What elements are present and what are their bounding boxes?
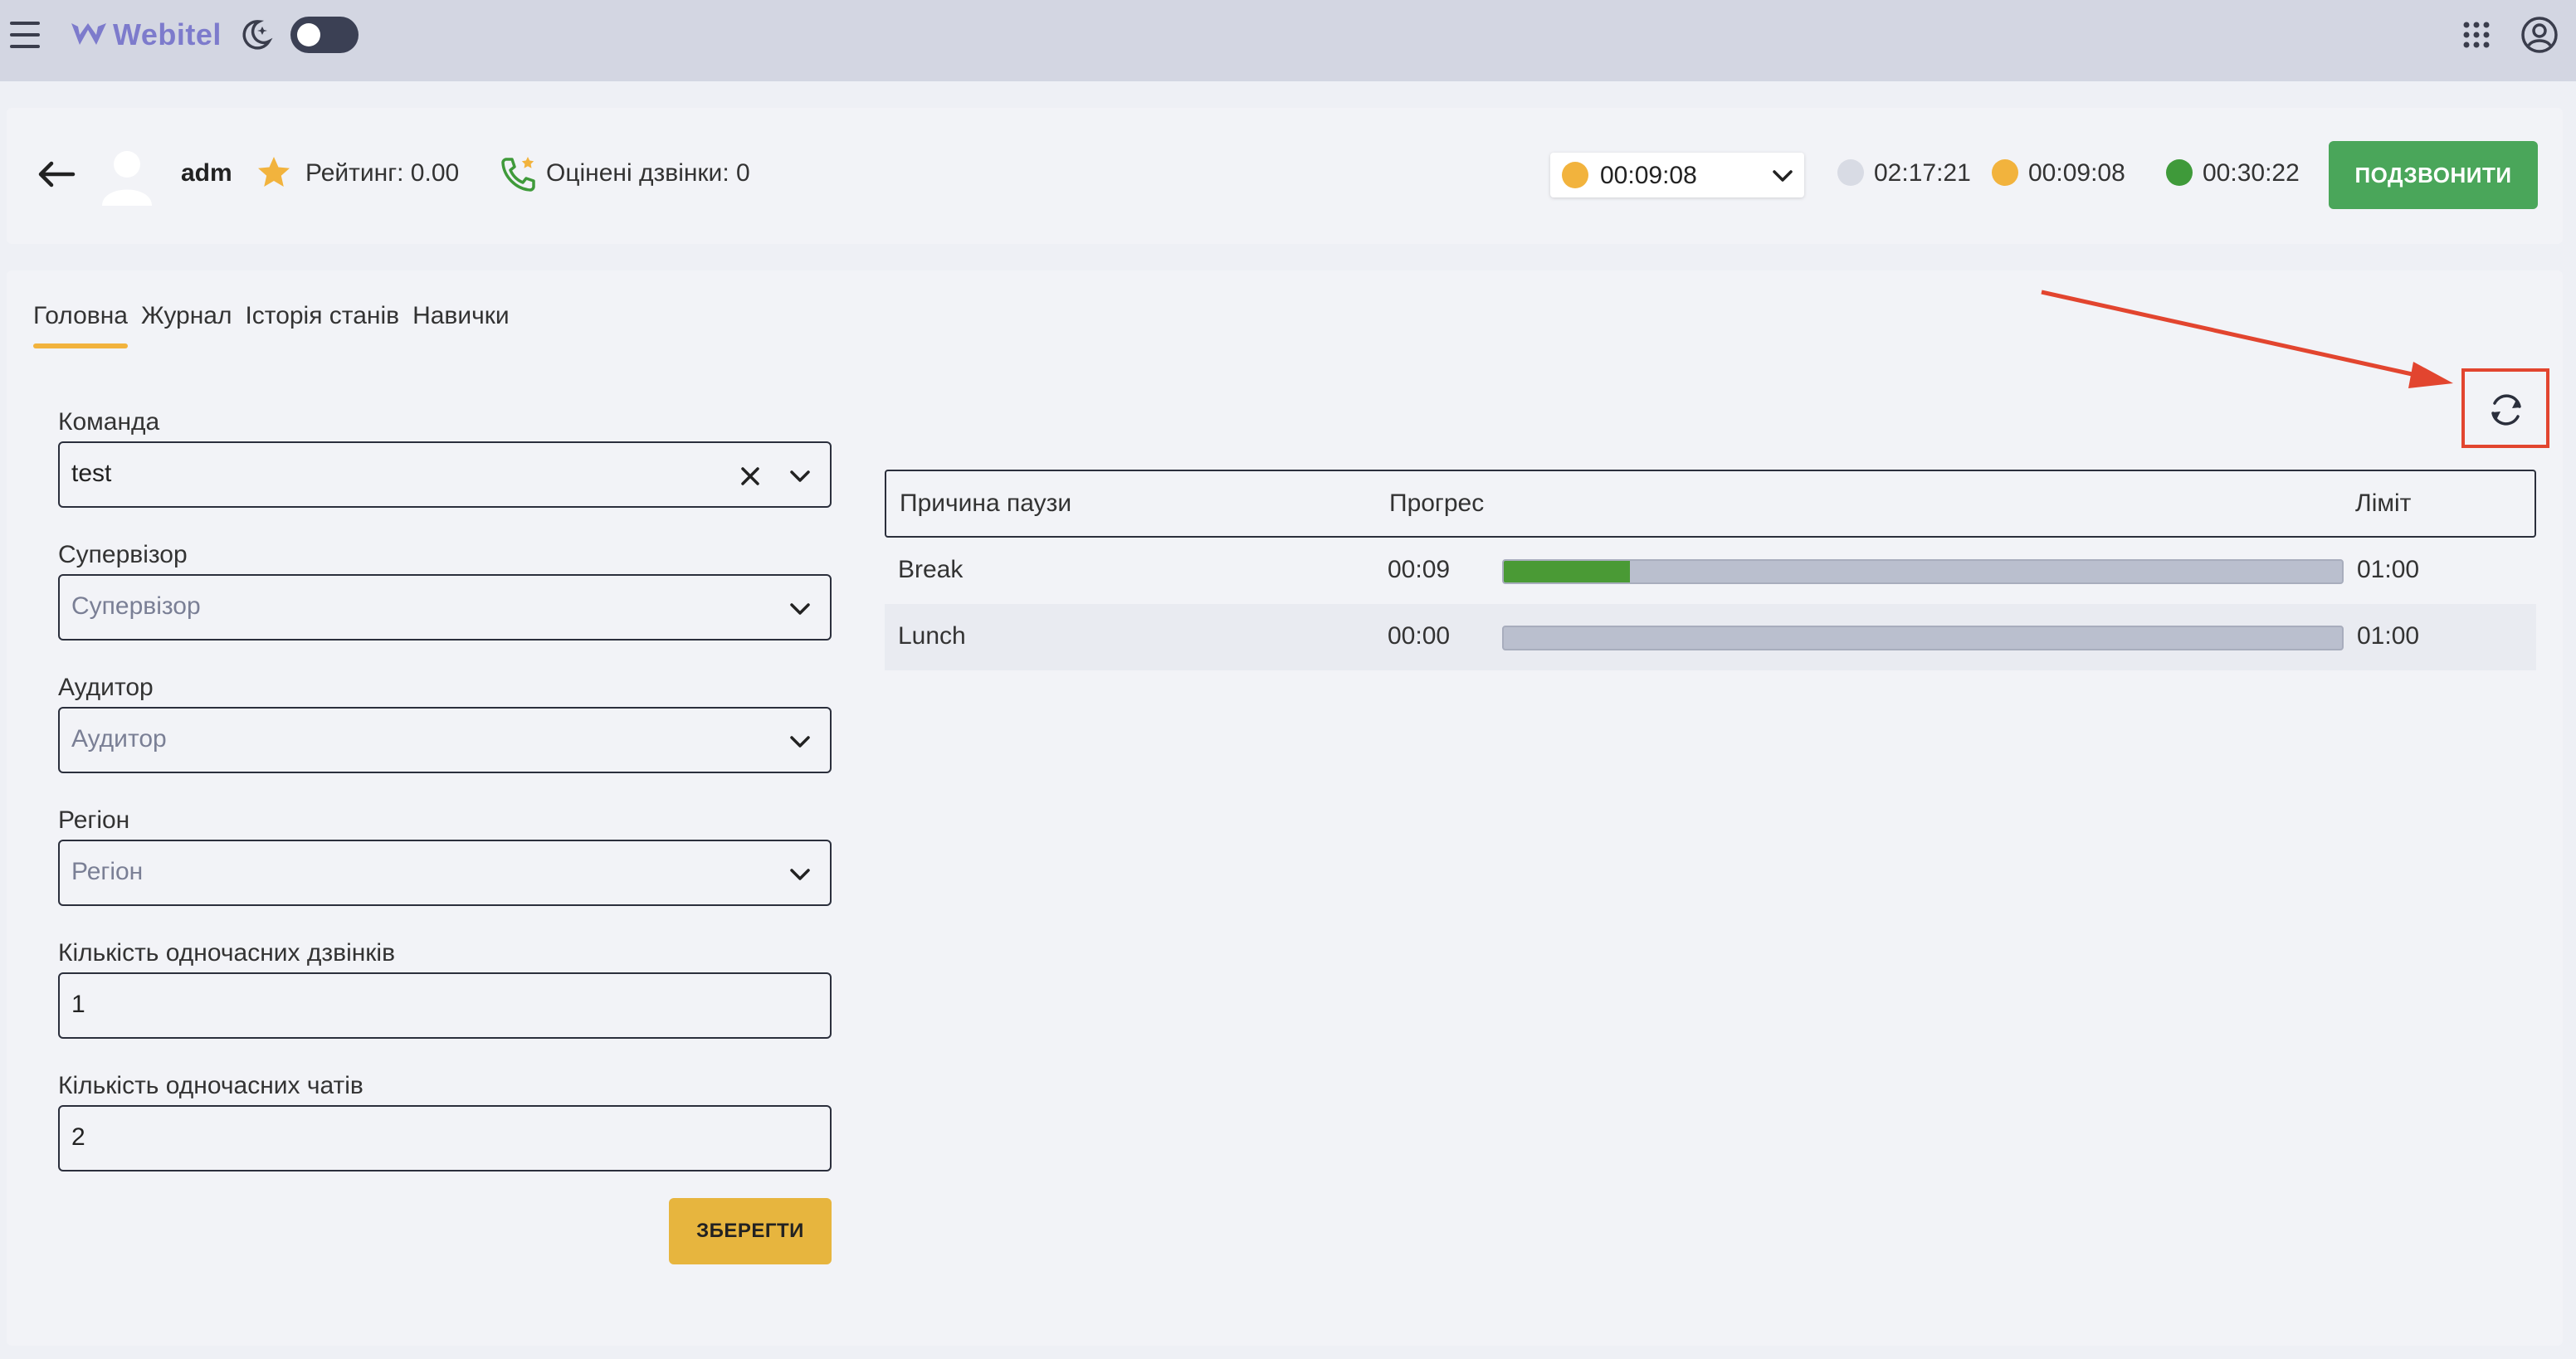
row-reason: Break [898, 556, 964, 583]
refresh-icon[interactable] [2486, 390, 2526, 430]
auditor-select[interactable]: Аудитор [58, 707, 832, 773]
timer-online: 00:30:22 [2203, 159, 2300, 187]
webitel-logo-icon [71, 23, 106, 45]
user-circle-icon[interactable] [2520, 15, 2559, 55]
pause-table: Причина паузи Прогрес Ліміт Break 00:09 … [885, 470, 2536, 670]
tab-main[interactable]: Головна [33, 302, 128, 348]
agent-name: adm [181, 159, 232, 187]
app-name: Webitel [113, 17, 222, 51]
concurrent-chats-value: 2 [71, 1123, 85, 1151]
row-limit: 01:00 [2357, 556, 2420, 583]
theme-toggle[interactable] [290, 17, 359, 53]
supervisor-placeholder: Супервізор [71, 592, 201, 620]
timer-pause: 00:09:08 [2028, 159, 2125, 187]
agent-header: adm Рейтинг: 0.00 Оцінені дзвінки: 0 00:… [7, 108, 2563, 244]
tab-state-history[interactable]: Історія станів [245, 302, 399, 348]
team-select[interactable]: test [58, 441, 832, 508]
region-placeholder: Регіон [71, 858, 144, 885]
region-label: Регіон [58, 806, 130, 834]
moon-icon [242, 20, 273, 50]
header-progress: Прогрес [1389, 490, 1485, 517]
auditor-placeholder: Аудитор [71, 725, 167, 753]
back-arrow-icon[interactable] [35, 158, 76, 191]
main-content: Головна Журнал Історія станів Навички Ко… [7, 270, 2563, 1346]
chevron-down-icon [790, 736, 810, 748]
status-timer: 00:09:08 [1600, 162, 1697, 189]
phone-star-icon [501, 157, 535, 192]
chevron-down-icon [790, 470, 810, 482]
clear-icon[interactable] [739, 465, 762, 488]
progress-bar [1502, 559, 2344, 584]
toggle-knob [297, 23, 320, 46]
hamburger-icon[interactable] [7, 18, 43, 51]
table-header: Причина паузи Прогрес Ліміт [885, 470, 2536, 538]
progress-fill [1504, 561, 1630, 582]
annotation-arrow [2041, 290, 2453, 388]
star-icon [258, 157, 290, 187]
apps-grid-icon[interactable] [2460, 18, 2493, 51]
concurrent-calls-value: 1 [71, 991, 85, 1018]
table-row: Break 00:09 01:00 [885, 538, 2536, 604]
header-limit: Ліміт [2355, 490, 2412, 517]
tab-skills[interactable]: Навички [412, 302, 510, 348]
timer-offline: 02:17:21 [1874, 159, 1971, 187]
header-reason: Причина паузи [900, 490, 1072, 517]
supervisor-select[interactable]: Супервізор [58, 574, 832, 641]
row-elapsed: 00:00 [1388, 622, 1451, 650]
avatar-icon [102, 151, 152, 206]
save-button[interactable]: ЗБЕРЕГТИ [669, 1198, 832, 1264]
concurrent-chats-input[interactable]: 2 [58, 1105, 832, 1171]
team-label: Команда [58, 408, 160, 436]
tab-bar: Головна Журнал Історія станів Навички [33, 302, 510, 348]
top-bar: Webitel [0, 0, 2576, 81]
concurrent-calls-label: Кількість одночасних дзвінків [58, 939, 396, 967]
status-select[interactable]: 00:09:08 [1550, 153, 1804, 197]
timer-dot-offline [1837, 159, 1864, 186]
agent-rating: Рейтинг: 0.00 [305, 159, 460, 187]
status-dot [1562, 162, 1588, 188]
app-logo[interactable]: Webitel [70, 17, 222, 53]
region-select[interactable]: Регіон [58, 840, 832, 906]
chevron-down-icon [790, 603, 810, 615]
chevron-down-icon [790, 869, 810, 880]
table-row: Lunch 00:00 01:00 [885, 604, 2536, 670]
concurrent-chats-label: Кількість одночасних чатів [58, 1072, 363, 1099]
chevron-down-icon [1773, 170, 1793, 182]
supervisor-label: Супервізор [58, 541, 188, 568]
progress-bar [1502, 626, 2344, 650]
timer-dot-pause [1992, 159, 2018, 186]
row-reason: Lunch [898, 622, 966, 650]
row-elapsed: 00:09 [1388, 556, 1451, 583]
concurrent-calls-input[interactable]: 1 [58, 972, 832, 1039]
team-value: test [71, 460, 112, 487]
rated-calls: Оцінені дзвінки: 0 [546, 159, 750, 187]
tab-journal[interactable]: Журнал [141, 302, 232, 348]
row-limit: 01:00 [2357, 622, 2420, 650]
call-button[interactable]: ПОДЗВОНИТИ [2329, 141, 2538, 209]
timer-dot-online [2166, 159, 2193, 186]
auditor-label: Аудитор [58, 674, 154, 701]
